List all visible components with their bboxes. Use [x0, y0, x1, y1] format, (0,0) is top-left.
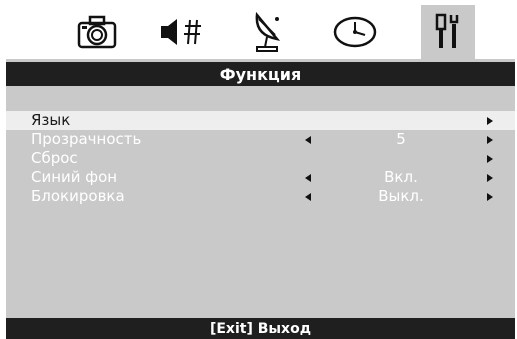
arrow-right-icon[interactable]	[487, 155, 493, 163]
menu-item-transparency[interactable]: Прозрачность 5	[6, 130, 515, 149]
osd-menu: Функция Язык Прозрачность 5 Сброс Синий …	[6, 5, 515, 339]
audio-icon	[161, 19, 201, 45]
tab-function[interactable]	[421, 5, 475, 59]
menu-item-blue-screen[interactable]: Синий фон Вкл.	[6, 168, 515, 187]
arrow-left-icon[interactable]	[305, 174, 311, 182]
menu-item-value: Вкл.	[384, 168, 418, 186]
arrow-right-icon[interactable]	[487, 136, 493, 144]
tab-picture[interactable]	[70, 5, 124, 59]
menu-item-label: Язык	[31, 111, 71, 129]
icon-tab-bar	[6, 5, 515, 59]
satellite-dish-icon	[255, 11, 281, 52]
camera-icon	[77, 15, 117, 49]
tools-icon	[435, 13, 459, 48]
arrow-right-icon[interactable]	[487, 174, 493, 182]
menu-item-value: Выкл.	[378, 187, 424, 205]
arrow-left-icon[interactable]	[305, 193, 311, 201]
footer-hint: [Exit] Выход	[6, 318, 515, 339]
menu-item-lock[interactable]: Блокировка Выкл.	[6, 187, 515, 206]
tab-time[interactable]	[328, 5, 382, 59]
menu-item-reset[interactable]: Сброс	[6, 149, 515, 168]
menu-item-label: Синий фон	[31, 168, 118, 186]
menu-list: Язык Прозрачность 5 Сброс Синий фон Вкл.…	[6, 111, 515, 206]
menu-item-label: Прозрачность	[31, 130, 142, 148]
arrow-right-icon[interactable]	[487, 193, 493, 201]
page-title: Функция	[6, 62, 515, 86]
menu-item-label: Сброс	[31, 149, 78, 167]
tab-channel[interactable]	[242, 5, 296, 59]
clock-icon	[333, 16, 377, 48]
menu-item-language[interactable]: Язык	[6, 111, 515, 130]
arrow-left-icon[interactable]	[305, 136, 311, 144]
menu-item-value: 5	[396, 130, 406, 148]
tab-sound[interactable]	[155, 5, 209, 59]
menu-item-label: Блокировка	[31, 187, 125, 205]
arrow-right-icon[interactable]	[487, 117, 493, 125]
